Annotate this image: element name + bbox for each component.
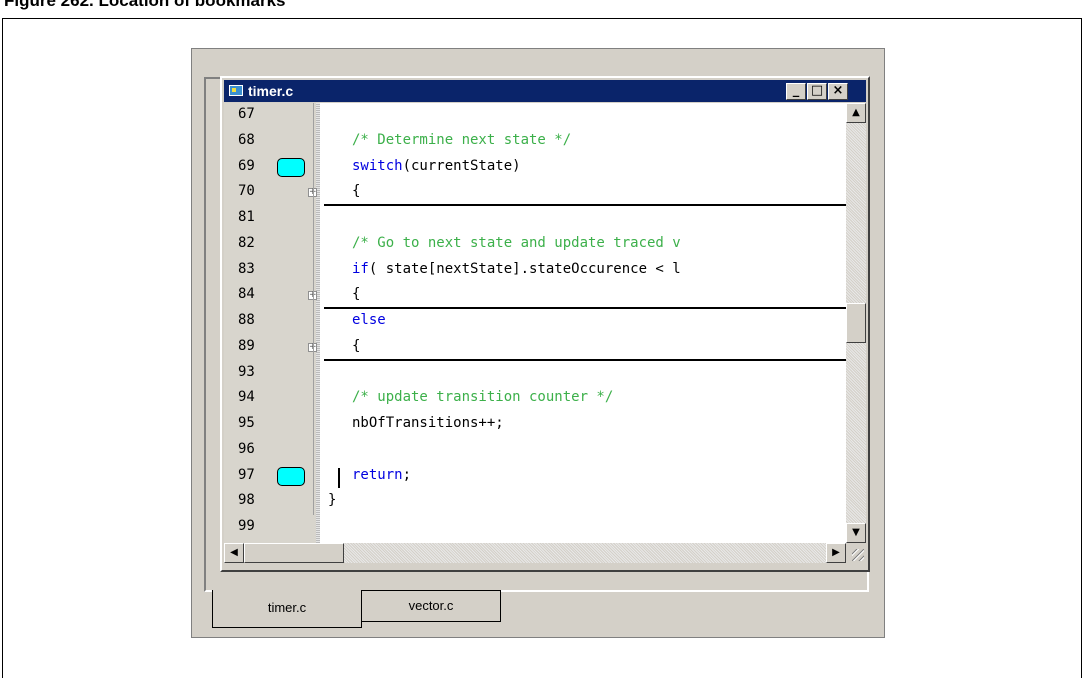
line-number: 98 — [238, 492, 255, 509]
line-number: 69 — [238, 157, 255, 174]
code-rest: ( state[nextState].stateOccurence < l — [368, 260, 681, 277]
code-line[interactable]: 68 /* Determine next state */ — [224, 129, 846, 155]
code-line[interactable]: 95 nbOfTransitions++; — [224, 412, 846, 438]
code-comment: /* Go to next state and update traced v — [352, 234, 681, 251]
vertical-scrollbar[interactable]: ▲ ▼ — [846, 103, 866, 543]
code-line[interactable]: 67 — [224, 103, 846, 129]
maximize-icon: □ — [810, 83, 824, 98]
vertical-scroll-thumb[interactable] — [846, 303, 866, 343]
code-text[interactable]: /* Go to next state and update traced v — [352, 235, 681, 251]
code-text[interactable]: switch(currentState) — [352, 158, 521, 174]
code-text[interactable]: nbOfTransitions++; — [352, 415, 504, 431]
resize-grip-icon[interactable] — [846, 543, 866, 563]
code-rest: { — [352, 337, 361, 354]
scroll-down-button[interactable]: ▼ — [846, 523, 866, 543]
line-number: 84 — [238, 286, 255, 303]
code-keyword: if — [352, 260, 369, 277]
code-keyword: switch — [352, 157, 403, 174]
tab-timer-c[interactable]: timer.c — [212, 590, 362, 628]
line-number: 93 — [238, 363, 255, 380]
code-line[interactable]: 94 /* update transition counter */ — [224, 386, 846, 412]
code-text[interactable]: return; — [352, 467, 411, 483]
code-line[interactable]: 96 — [224, 438, 846, 464]
code-line[interactable]: 69 switch(currentState) — [224, 155, 846, 181]
text-caret — [338, 467, 340, 488]
close-button[interactable]: × — [828, 83, 848, 100]
figure-caption: Figure 262. Location of bookmarks — [4, 0, 286, 10]
line-number: 99 — [238, 518, 255, 534]
minimize-button[interactable]: _ — [786, 83, 806, 100]
scroll-left-button[interactable]: ◀ — [224, 543, 244, 563]
window-titlebar[interactable]: timer.c _ □ × — [224, 80, 866, 102]
line-number: 68 — [238, 131, 255, 148]
tab-label: vector.c — [408, 598, 454, 613]
tab-label: timer.c — [267, 600, 307, 615]
line-number: 88 — [238, 312, 255, 328]
file-icon — [229, 85, 243, 96]
bookmark-icon[interactable] — [277, 466, 305, 486]
maximize-button[interactable]: □ — [807, 83, 827, 100]
window-title: timer.c — [248, 83, 294, 99]
code-text[interactable]: { — [352, 183, 360, 199]
minimize-icon: _ — [792, 83, 800, 98]
code-text[interactable]: { — [352, 286, 360, 302]
left-arrow-icon: ◀ — [230, 547, 238, 558]
up-arrow-icon: ▲ — [852, 107, 860, 118]
code-text[interactable]: else — [352, 312, 386, 328]
code-line[interactable]: 83 if( state[nextState].stateOccurence < … — [224, 258, 846, 284]
code-rest: nbOfTransitions++; — [352, 415, 504, 431]
editor-window[interactable]: timer.c _ □ × 67 68 /* Determine next stat… — [220, 76, 870, 572]
code-text[interactable]: /* update transition counter */ — [352, 389, 613, 405]
code-line[interactable]: 82 /* Go to next state and update traced … — [224, 232, 846, 258]
code-comment: /* update transition counter */ — [352, 389, 614, 406]
code-line[interactable]: 89+{ — [224, 335, 846, 361]
line-number: 82 — [238, 234, 255, 251]
code-line[interactable]: 97 return; — [224, 464, 846, 490]
scroll-right-button[interactable]: ▶ — [826, 543, 846, 563]
code-text[interactable]: if( state[nextState].stateOccurence < l — [352, 261, 681, 277]
line-number: 70 — [238, 183, 255, 200]
code-line[interactable]: 88 else — [224, 309, 846, 335]
code-line[interactable]: 93 — [224, 361, 846, 387]
code-line[interactable]: 99 — [224, 515, 846, 541]
code-rest: } — [328, 492, 337, 509]
close-icon: × — [832, 83, 844, 98]
code-line[interactable]: 70+{ — [224, 180, 846, 206]
line-number: 96 — [238, 440, 255, 457]
code-rest: (currentState) — [402, 157, 521, 174]
down-arrow-icon: ▼ — [852, 527, 860, 538]
code-line[interactable]: 98} — [224, 489, 846, 515]
line-number: 83 — [238, 260, 255, 277]
code-rest: ; — [402, 466, 412, 483]
code-rest: { — [352, 286, 361, 303]
line-number: 67 — [238, 106, 255, 122]
code-comment: /* Determine next state */ — [352, 131, 572, 148]
code-line[interactable]: 81 — [224, 206, 846, 232]
code-line[interactable]: 84+{ — [224, 283, 846, 309]
line-number: 81 — [238, 209, 255, 225]
scroll-up-button[interactable]: ▲ — [846, 103, 866, 123]
code-keyword: else — [352, 312, 386, 328]
tab-vector-c[interactable]: vector.c — [361, 590, 501, 622]
code-rest: { — [352, 183, 361, 200]
code-text[interactable]: } — [328, 492, 336, 508]
horizontal-scrollbar[interactable]: ◀ ▶ — [224, 543, 846, 563]
code-keyword: return — [352, 466, 403, 483]
horizontal-scroll-thumb[interactable] — [244, 543, 344, 563]
line-number: 89 — [238, 337, 255, 354]
code-text[interactable]: /* Determine next state */ — [352, 132, 571, 148]
code-text[interactable]: { — [352, 338, 360, 354]
line-number: 97 — [238, 466, 255, 483]
code-editor[interactable]: 67 68 /* Determine next state */ 69 switch(c… — [224, 103, 846, 543]
bookmark-icon[interactable] — [277, 157, 305, 177]
line-number: 94 — [238, 389, 255, 406]
right-arrow-icon: ▶ — [832, 547, 840, 558]
fold-guide-line — [313, 103, 314, 515]
line-number: 95 — [238, 415, 255, 431]
